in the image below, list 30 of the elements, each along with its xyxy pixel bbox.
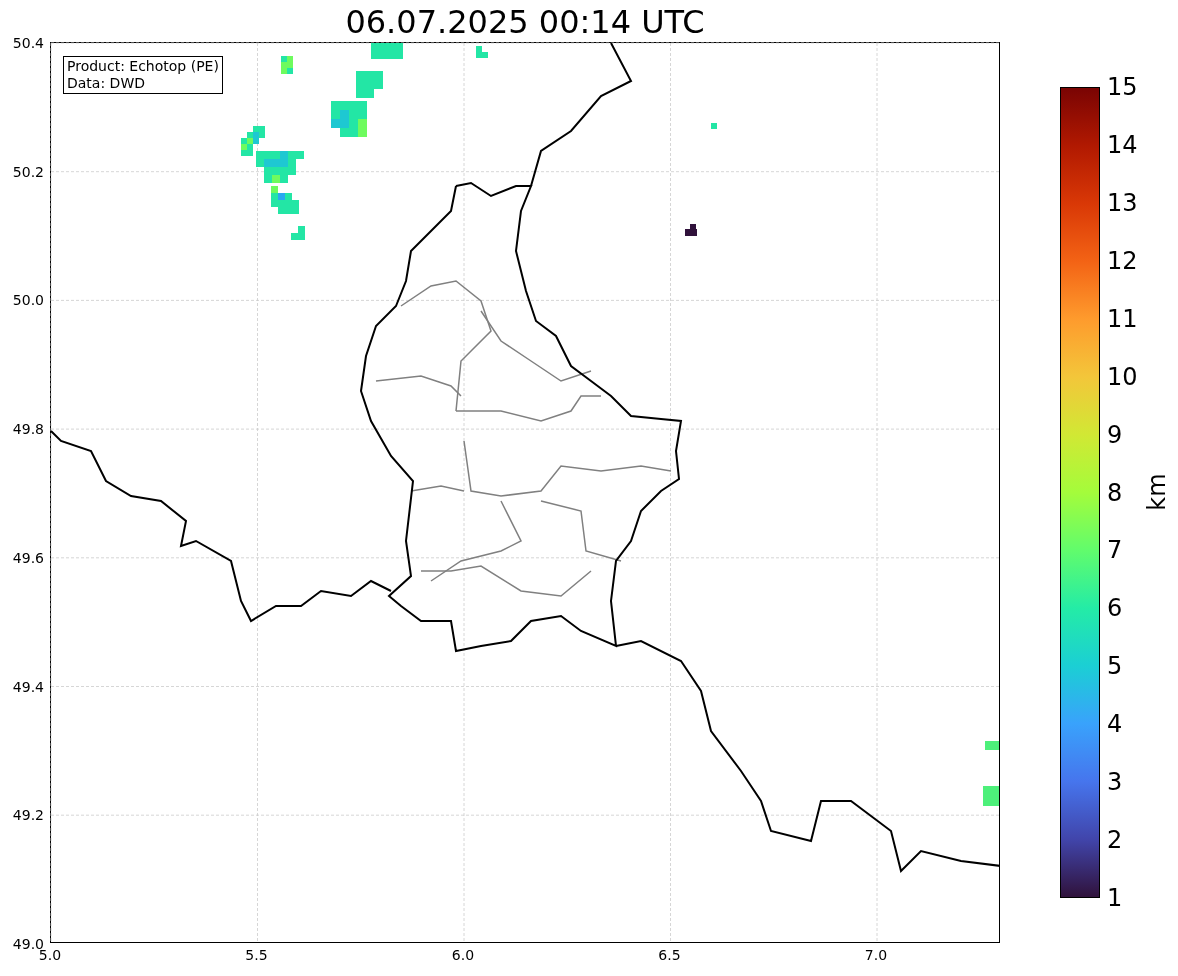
chart-title: 06.07.2025 00:14 UTC <box>345 2 705 42</box>
colorbar-tick-label: 3 <box>1107 769 1123 796</box>
colorbar-tick-label: 12 <box>1107 247 1138 274</box>
colorbar-tick-label: 14 <box>1107 131 1138 158</box>
x-tick-label: 7.0 <box>864 947 888 963</box>
colorbar-tick-label: 9 <box>1107 421 1123 448</box>
colorbar-tick-label: 5 <box>1107 653 1123 680</box>
colorbar-tick-label: 13 <box>1107 189 1138 216</box>
colorbar-tick-label: 15 <box>1107 74 1138 100</box>
y-tick-label: 49.2 <box>12 807 44 824</box>
colorbar-tick-label: 8 <box>1107 479 1123 506</box>
y-tick-label: 49.8 <box>12 421 44 438</box>
colorbar-tick-label: 10 <box>1107 363 1138 390</box>
legend-text: Product: Echotop (PE) <box>67 58 219 75</box>
legend-text: Data: DWD <box>67 75 146 92</box>
y-tick-label: 50.4 <box>12 35 44 51</box>
colorbar-label: km <box>1143 473 1170 511</box>
y-tick-label: 50.0 <box>12 292 44 309</box>
colorbar-tick-label: 4 <box>1107 711 1123 738</box>
colorbar-tick-label: 6 <box>1107 595 1123 622</box>
colorbar-tick-label: 7 <box>1107 537 1123 564</box>
colorbar-tick-label: 11 <box>1107 305 1138 332</box>
colorbar-tick-label: 2 <box>1107 827 1123 854</box>
x-tick-label: 6.0 <box>451 947 475 963</box>
x-tick-label: 6.5 <box>658 947 681 963</box>
colorbar-tick-label: 1 <box>1107 885 1123 911</box>
y-tick-label: 49.4 <box>12 678 44 695</box>
y-tick-label: 50.2 <box>12 163 44 180</box>
y-tick-label: 49.6 <box>12 549 44 566</box>
x-tick-label: 5.5 <box>245 947 268 963</box>
